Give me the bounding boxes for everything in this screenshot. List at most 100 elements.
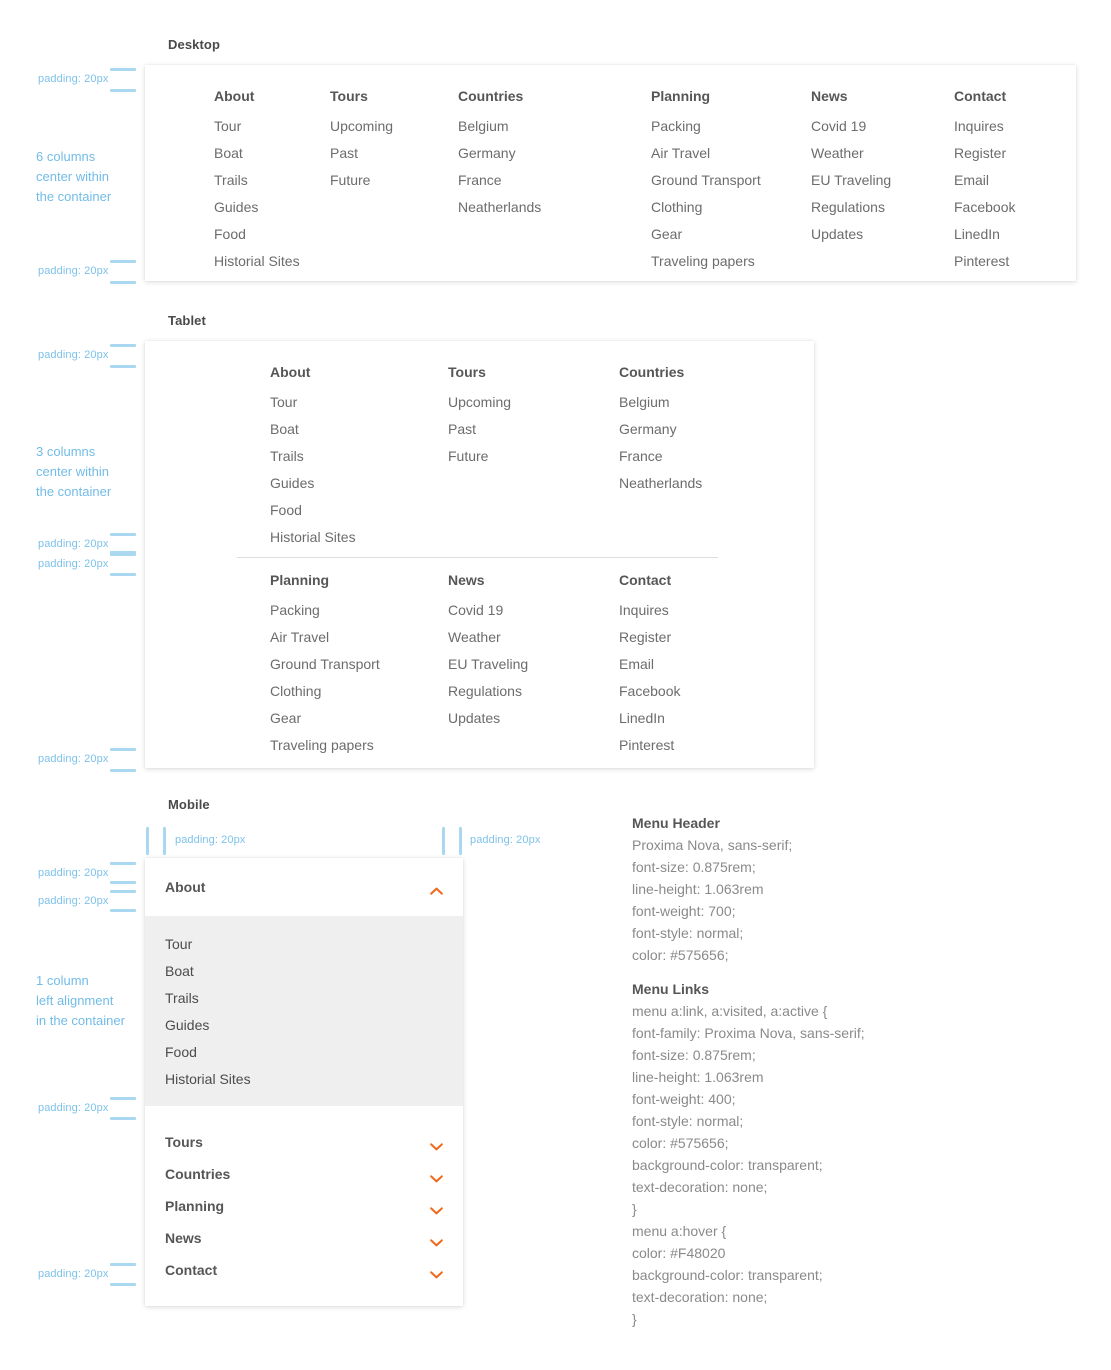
tablet-planning-link[interactable]: Clothing xyxy=(270,683,380,700)
tablet-about-link[interactable]: Trails xyxy=(270,448,356,465)
desktop-contact-link[interactable]: Inquires xyxy=(954,118,1015,135)
spec-line: line-height: 1.063rem xyxy=(632,881,764,897)
chevron-up-icon[interactable] xyxy=(430,883,443,895)
tablet-news-link[interactable]: Covid 19 xyxy=(448,602,528,619)
chevron-down-icon[interactable] xyxy=(430,1234,443,1246)
desktop-planning-link[interactable]: Clothing xyxy=(651,199,761,216)
padding-annotation-mobile-right: padding: 20px xyxy=(470,834,541,846)
spec-line: color: #575656; xyxy=(632,947,729,963)
desktop-news-link[interactable]: EU Traveling xyxy=(811,172,891,189)
chevron-down-icon[interactable] xyxy=(430,1138,443,1150)
desktop-tours-link[interactable]: Future xyxy=(330,172,393,189)
desktop-tours-link[interactable]: Upcoming xyxy=(330,118,393,135)
mobile-accordion-header-tours[interactable]: Tours xyxy=(145,1126,463,1158)
mobile-submenu-about: Tour Boat Trails Guides Food Historial Sites xyxy=(145,916,463,1106)
desktop-countries-link[interactable]: Germany xyxy=(458,145,541,162)
mobile-accordion-label: Planning xyxy=(165,1197,225,1214)
chevron-down-icon[interactable] xyxy=(430,1170,443,1182)
mobile-accordion-label: Contact xyxy=(165,1261,218,1278)
tablet-contact-link[interactable]: Pinterest xyxy=(619,737,680,754)
desktop-planning-link[interactable]: Ground Transport xyxy=(651,172,761,189)
tablet-about-link[interactable]: Food xyxy=(270,502,356,519)
mobile-accordion-header-about[interactable]: About xyxy=(145,858,463,916)
tablet-tours-link[interactable]: Past xyxy=(448,421,511,438)
desktop-about-link[interactable]: Tour xyxy=(214,118,300,135)
desktop-news-link[interactable]: Weather xyxy=(811,145,891,162)
desktop-news-link[interactable]: Updates xyxy=(811,226,891,243)
desktop-contact-link[interactable]: Pinterest xyxy=(954,253,1015,270)
tablet-contact-link[interactable]: LinedIn xyxy=(619,710,680,727)
desktop-news-link[interactable]: Regulations xyxy=(811,199,891,216)
spec-line: font-size: 0.875rem; xyxy=(632,1047,756,1063)
tablet-about-link[interactable]: Guides xyxy=(270,475,356,492)
desktop-planning-link[interactable]: Packing xyxy=(651,118,761,135)
mobile-accordion-header-news[interactable]: News xyxy=(145,1222,463,1254)
tablet-news-link[interactable]: Weather xyxy=(448,629,528,646)
spec-line: color: #575656; xyxy=(632,1135,729,1151)
tablet-about-link[interactable]: Historial Sites xyxy=(270,529,356,546)
mobile-submenu-link[interactable]: Historial Sites xyxy=(165,1071,443,1088)
padding-marker-line xyxy=(110,365,136,368)
spec-line: font-size: 0.875rem; xyxy=(632,859,756,875)
padding-marker-line xyxy=(110,533,136,536)
desktop-about-link[interactable]: Boat xyxy=(214,145,300,162)
tablet-planning-link[interactable]: Gear xyxy=(270,710,380,727)
tablet-tours-link[interactable]: Upcoming xyxy=(448,394,511,411)
desktop-contact-link[interactable]: Register xyxy=(954,145,1015,162)
tablet-planning-link[interactable]: Traveling papers xyxy=(270,737,380,754)
tablet-planning-link[interactable]: Air Travel xyxy=(270,629,380,646)
desktop-news-link[interactable]: Covid 19 xyxy=(811,118,891,135)
desktop-planning-link[interactable]: Air Travel xyxy=(651,145,761,162)
tablet-about-link[interactable]: Boat xyxy=(270,421,356,438)
desktop-contact-link[interactable]: LinedIn xyxy=(954,226,1015,243)
spec-line: menu a:hover { xyxy=(632,1223,727,1239)
tablet-contact-link[interactable]: Register xyxy=(619,629,680,646)
tablet-news-link[interactable]: Updates xyxy=(448,710,528,727)
spec-line: font-style: normal; xyxy=(632,925,744,941)
padding-marker-line xyxy=(110,881,136,884)
tablet-countries-link[interactable]: Belgium xyxy=(619,394,702,411)
padding-annotation-mobile-left: padding: 20px xyxy=(175,834,246,846)
desktop-countries-link[interactable]: Neatherlands xyxy=(458,199,541,216)
tablet-contact-link[interactable]: Inquires xyxy=(619,602,680,619)
tablet-contact-link[interactable]: Facebook xyxy=(619,683,680,700)
tablet-news-link[interactable]: EU Traveling xyxy=(448,656,528,673)
tablet-planning-link[interactable]: Packing xyxy=(270,602,380,619)
tablet-countries-link[interactable]: Germany xyxy=(619,421,702,438)
mobile-submenu-link[interactable]: Tour xyxy=(165,936,443,953)
desktop-about-link[interactable]: Guides xyxy=(214,199,300,216)
desktop-about-link[interactable]: Historial Sites xyxy=(214,253,300,270)
desktop-planning-link[interactable]: Gear xyxy=(651,226,761,243)
desktop-contact-link[interactable]: Facebook xyxy=(954,199,1015,216)
tablet-countries-heading: Countries xyxy=(619,364,685,380)
mobile-accordion-header-planning[interactable]: Planning xyxy=(145,1190,463,1222)
tablet-planning-link[interactable]: Ground Transport xyxy=(270,656,380,673)
tablet-countries-link[interactable]: Neatherlands xyxy=(619,475,702,492)
tablet-contact-link[interactable]: Email xyxy=(619,656,680,673)
chevron-down-icon[interactable] xyxy=(430,1202,443,1214)
desktop-about-link[interactable]: Food xyxy=(214,226,300,243)
tablet-tours-link[interactable]: Future xyxy=(448,448,511,465)
desktop-planning-link[interactable]: Traveling papers xyxy=(651,253,761,270)
tablet-column-countries: Countries Belgium Germany France Neatherland… xyxy=(619,364,702,492)
tablet-about-link[interactable]: Tour xyxy=(270,394,356,411)
desktop-countries-link[interactable]: France xyxy=(458,172,541,189)
mobile-accordion-header-contact[interactable]: Contact xyxy=(145,1254,463,1286)
mobile-accordion-header-countries[interactable]: Countries xyxy=(145,1158,463,1190)
chevron-down-icon[interactable] xyxy=(430,1266,443,1278)
desktop-contact-link[interactable]: Email xyxy=(954,172,1015,189)
padding-marker-line xyxy=(110,748,136,751)
spec-menu-header-lines: Proxima Nova, sans-serif; font-size: 0.87… xyxy=(632,834,792,966)
padding-marker-line xyxy=(110,573,136,576)
mobile-submenu-link[interactable]: Trails xyxy=(165,990,443,1007)
padding-marker-line xyxy=(459,827,462,855)
padding-annotation-mobile-top1: padding: 20px xyxy=(38,867,109,879)
tablet-countries-link[interactable]: France xyxy=(619,448,702,465)
mobile-submenu-link[interactable]: Boat xyxy=(165,963,443,980)
desktop-about-link[interactable]: Trails xyxy=(214,172,300,189)
tablet-news-link[interactable]: Regulations xyxy=(448,683,528,700)
desktop-countries-link[interactable]: Belgium xyxy=(458,118,541,135)
mobile-submenu-link[interactable]: Food xyxy=(165,1044,443,1061)
mobile-submenu-link[interactable]: Guides xyxy=(165,1017,443,1034)
desktop-tours-link[interactable]: Past xyxy=(330,145,393,162)
